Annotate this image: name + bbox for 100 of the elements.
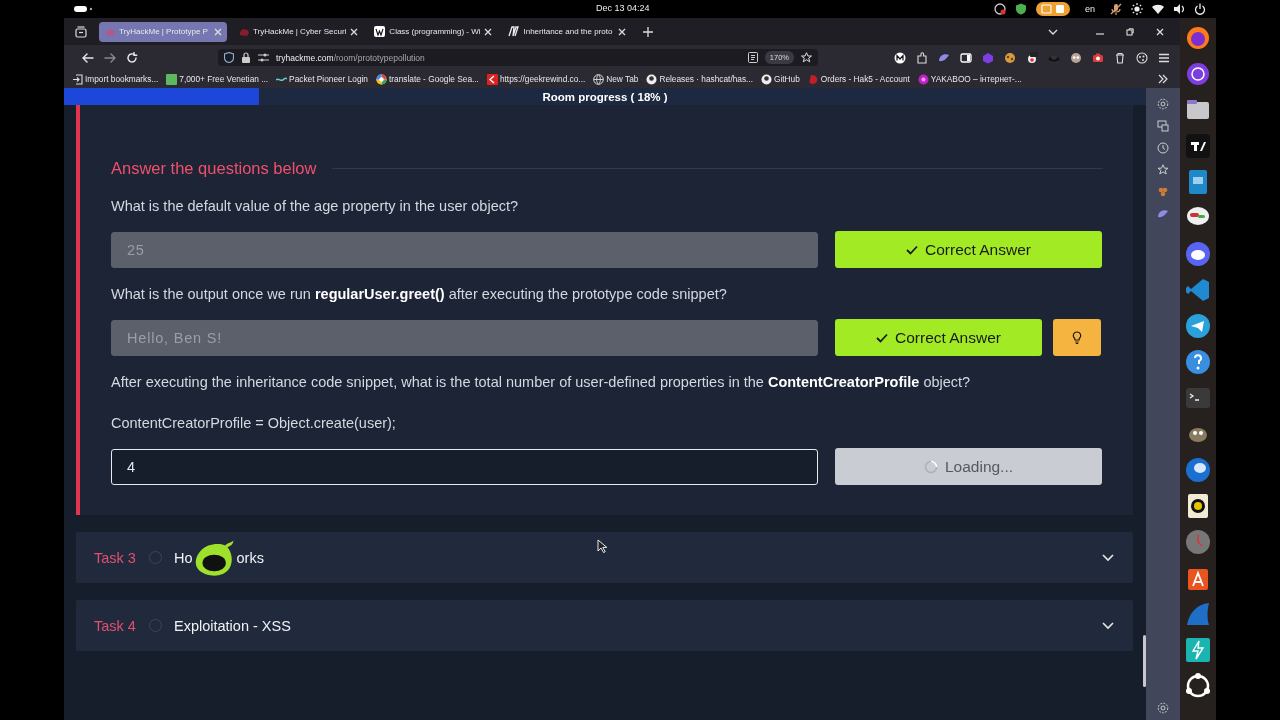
devices-icon[interactable]: [1157, 120, 1169, 132]
submit-button[interactable]: Loading...: [835, 448, 1102, 485]
keyboard-layout-text[interactable]: en: [1085, 4, 1095, 14]
app-icon[interactable]: [1185, 241, 1211, 267]
question-text: What is the output once we run regularUser.greet() after executing the prototype code snippet?: [111, 285, 728, 304]
chevron-right-icon[interactable]: [1158, 74, 1168, 84]
tab-list-icon[interactable]: [75, 25, 87, 38]
back-icon[interactable]: [82, 52, 94, 63]
reader-view-icon[interactable]: [747, 52, 758, 63]
close-icon[interactable]: [618, 27, 627, 36]
task-title: Ho: [174, 549, 193, 566]
shield-icon[interactable]: [1015, 3, 1027, 15]
permissions-icon[interactable]: [258, 53, 269, 62]
import-icon: [72, 73, 83, 85]
cookie-icon[interactable]: [1004, 51, 1016, 64]
workspace-indicator-icon[interactable]: [74, 5, 92, 13]
browser-tab[interactable]: TryHackMe | Prototype P: [99, 21, 227, 42]
cube-icon[interactable]: [982, 51, 994, 64]
clock-text[interactable]: Dec 13 04:24: [596, 3, 650, 13]
trash-icon[interactable]: [1114, 51, 1126, 64]
bookmark-item[interactable]: GitHub: [761, 73, 800, 85]
brightness-icon[interactable]: [1131, 3, 1143, 15]
app-icon[interactable]: [1185, 133, 1211, 159]
hint-button[interactable]: [1053, 319, 1101, 356]
answer-field[interactable]: 4: [111, 448, 818, 485]
square-icon: [486, 73, 498, 85]
puzzle-icon[interactable]: [916, 51, 928, 64]
app-icon[interactable]: [1185, 637, 1211, 663]
gear-icon[interactable]: [1157, 702, 1169, 714]
palette-icon[interactable]: [1136, 51, 1148, 64]
close-icon[interactable]: [1156, 27, 1164, 36]
bookmark-item[interactable]: https://geekrewind.co...: [486, 73, 586, 85]
app-icon[interactable]: [1185, 493, 1211, 519]
app-icon[interactable]: [1185, 673, 1211, 699]
app-icon[interactable]: [1185, 457, 1211, 483]
browser-tab[interactable]: Class (programming) - Wi: [369, 21, 498, 42]
wifi-icon[interactable]: [1152, 4, 1164, 14]
reload-icon[interactable]: [126, 51, 138, 64]
correct-answer-button[interactable]: Correct Answer: [835, 319, 1042, 356]
bookmark-star-icon[interactable]: [801, 52, 812, 63]
browser-tab[interactable]: TryHackMe | Cyber Securi: [233, 21, 364, 42]
bookmark-item[interactable]: Import bookmarks...: [72, 73, 159, 85]
globe-icon: [593, 73, 605, 85]
question-text: What is the default value of the age property in the user object?: [111, 197, 520, 216]
microphone-muted-icon[interactable]: [1110, 3, 1122, 15]
shield-icon[interactable]: [224, 52, 234, 63]
bookmark-item[interactable]: YAKABOO – інтернет-...: [917, 73, 1022, 85]
star-icon[interactable]: [1157, 164, 1169, 176]
task-label: Task 4: [94, 617, 137, 634]
circle-icon: [761, 73, 772, 85]
bookmark-item[interactable]: Releases · hashcat/has...: [646, 73, 753, 85]
checkmark-icon: [876, 332, 888, 343]
correct-answer-button[interactable]: Correct Answer: [835, 231, 1102, 268]
task-header[interactable]: Task 3 Ho orks: [76, 532, 1133, 583]
restore-icon[interactable]: [1126, 27, 1134, 36]
gear-icon[interactable]: [1157, 98, 1169, 110]
menu-icon[interactable]: [1158, 51, 1170, 64]
app-icon[interactable]: [1185, 349, 1211, 375]
favicon-icon: [238, 26, 249, 37]
bookmark-item[interactable]: 7,000+ Free Venetian ...: [166, 73, 269, 85]
app-icon[interactable]: [1185, 385, 1211, 411]
feather-icon[interactable]: [938, 51, 950, 64]
circle-icon: [917, 73, 929, 85]
browser-tab[interactable]: Inheritance and the proto: [503, 21, 632, 42]
bookmark-item[interactable]: Packet Pioneer Login: [276, 73, 368, 85]
app-indicator-icon[interactable]: [994, 3, 1006, 15]
bookmark-item[interactable]: New Tab: [593, 73, 639, 85]
chevron-down-icon[interactable]: [1048, 28, 1058, 35]
multicolor-circle-icon: [376, 73, 387, 85]
forward-icon[interactable]: [104, 52, 116, 63]
screen-share-indicator[interactable]: [1036, 2, 1070, 16]
task-title: orks: [236, 549, 264, 566]
close-icon[interactable]: [350, 27, 359, 36]
favicon-icon: [104, 26, 115, 37]
clock-icon[interactable]: [1157, 142, 1169, 154]
scrollbar-thumb[interactable]: [1143, 635, 1146, 687]
progress-label: Room progress ( 18% ): [542, 90, 668, 103]
chevron-down-icon[interactable]: [1102, 553, 1114, 562]
camera-icon[interactable]: [1092, 51, 1104, 64]
question-text: After executing the inheritance code snippet, what is the total number of user-defined properties in the ContentCreatorProfile object?: [111, 373, 972, 392]
volume-icon[interactable]: [1173, 3, 1185, 15]
checkmark-icon: [906, 244, 918, 255]
dots-icon[interactable]: [1157, 186, 1169, 198]
feather-icon[interactable]: [1157, 208, 1169, 220]
close-icon[interactable]: [484, 27, 493, 36]
lock-icon[interactable]: [241, 52, 251, 63]
app-icon[interactable]: [1185, 313, 1211, 339]
app-icon[interactable]: [1185, 25, 1211, 51]
power-icon[interactable]: [1194, 3, 1206, 15]
face-circle-icon[interactable]: [1070, 51, 1082, 64]
blob-icon: [807, 73, 819, 85]
bookmark-item[interactable]: Orders - Hak5 - Account: [807, 73, 910, 85]
sidebar-toggle-icon[interactable]: [960, 51, 972, 64]
circle-icon: [646, 73, 658, 85]
bookmark-item[interactable]: translate - Google Sea...: [376, 73, 479, 85]
app-icon[interactable]: [1185, 61, 1211, 87]
new-tab-icon[interactable]: [643, 26, 654, 37]
chevron-down-icon[interactable]: [1102, 621, 1114, 630]
circle-icon[interactable]: [894, 51, 906, 64]
task-header[interactable]: Task 4 Exploitation - XSS: [76, 600, 1133, 651]
